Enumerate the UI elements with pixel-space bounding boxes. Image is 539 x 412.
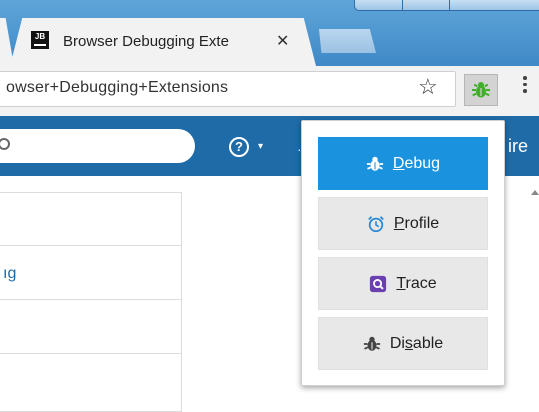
side-list xyxy=(0,192,182,412)
debug-button-label: Debug xyxy=(392,154,441,172)
tab-title: Browser Debugging Exte xyxy=(63,33,229,50)
trace-icon xyxy=(370,275,387,292)
help-icon[interactable]: ? xyxy=(229,137,249,157)
jetbrains-favicon-icon: JB xyxy=(31,31,49,49)
nav-item-partial-text[interactable]: ire xyxy=(508,136,528,157)
extension-popup: Debug Profile Trace Disable xyxy=(301,120,505,386)
disable-button[interactable]: Disable xyxy=(318,317,488,370)
browser-menu-icon[interactable] xyxy=(521,76,529,96)
bug-icon xyxy=(363,336,380,351)
alarm-clock-icon xyxy=(367,215,384,232)
new-tab-button[interactable] xyxy=(318,29,376,53)
scrollbar-up-arrow-icon[interactable] xyxy=(531,190,539,196)
disable-button-label: Disable xyxy=(389,334,444,352)
profile-button[interactable]: Profile xyxy=(318,197,488,250)
site-search-input[interactable] xyxy=(0,129,195,163)
side-list-link[interactable]: ıg xyxy=(3,265,16,283)
profile-button-label: Profile xyxy=(393,214,440,232)
extension-button[interactable] xyxy=(464,74,498,106)
bug-icon xyxy=(366,156,384,171)
bookmark-star-icon[interactable]: ☆ xyxy=(418,76,438,98)
side-list-divider xyxy=(0,299,182,300)
address-bar-url[interactable]: owser+Debugging+Extensions xyxy=(6,79,228,97)
tab-close-icon[interactable]: ✕ xyxy=(276,31,289,51)
trace-button-label: Trace xyxy=(396,274,437,292)
side-list-divider xyxy=(0,245,182,246)
debug-button[interactable]: Debug xyxy=(318,137,488,190)
window-controls[interactable] xyxy=(354,0,539,11)
help-dropdown-caret-icon[interactable]: ▾ xyxy=(258,141,263,152)
side-list-divider xyxy=(0,353,182,354)
trace-button[interactable]: Trace xyxy=(318,257,488,310)
bug-icon xyxy=(472,82,490,98)
